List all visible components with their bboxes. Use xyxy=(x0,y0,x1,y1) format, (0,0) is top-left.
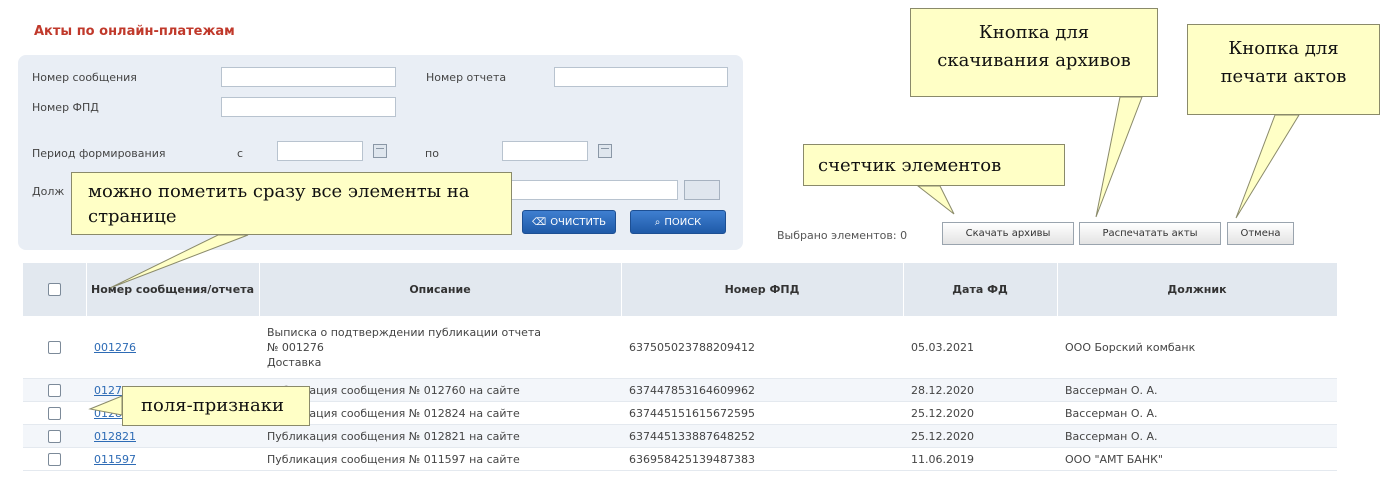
flags-callout-pointer xyxy=(88,395,123,416)
select-all-callout: можно пометить сразу все элементы на стр… xyxy=(71,172,512,235)
flags-callout: поля-признаки xyxy=(122,386,310,426)
download-callout-pointer xyxy=(1095,96,1143,218)
print-callout: Кнопка для печати актов xyxy=(1187,24,1380,115)
print-callout-pointer xyxy=(1235,114,1300,219)
select-all-callout-pointer xyxy=(109,234,249,289)
counter-callout-pointer xyxy=(916,185,955,215)
counter-callout: счетчик элементов xyxy=(803,144,1065,186)
download-callout: Кнопка для скачивания архивов xyxy=(910,8,1158,97)
